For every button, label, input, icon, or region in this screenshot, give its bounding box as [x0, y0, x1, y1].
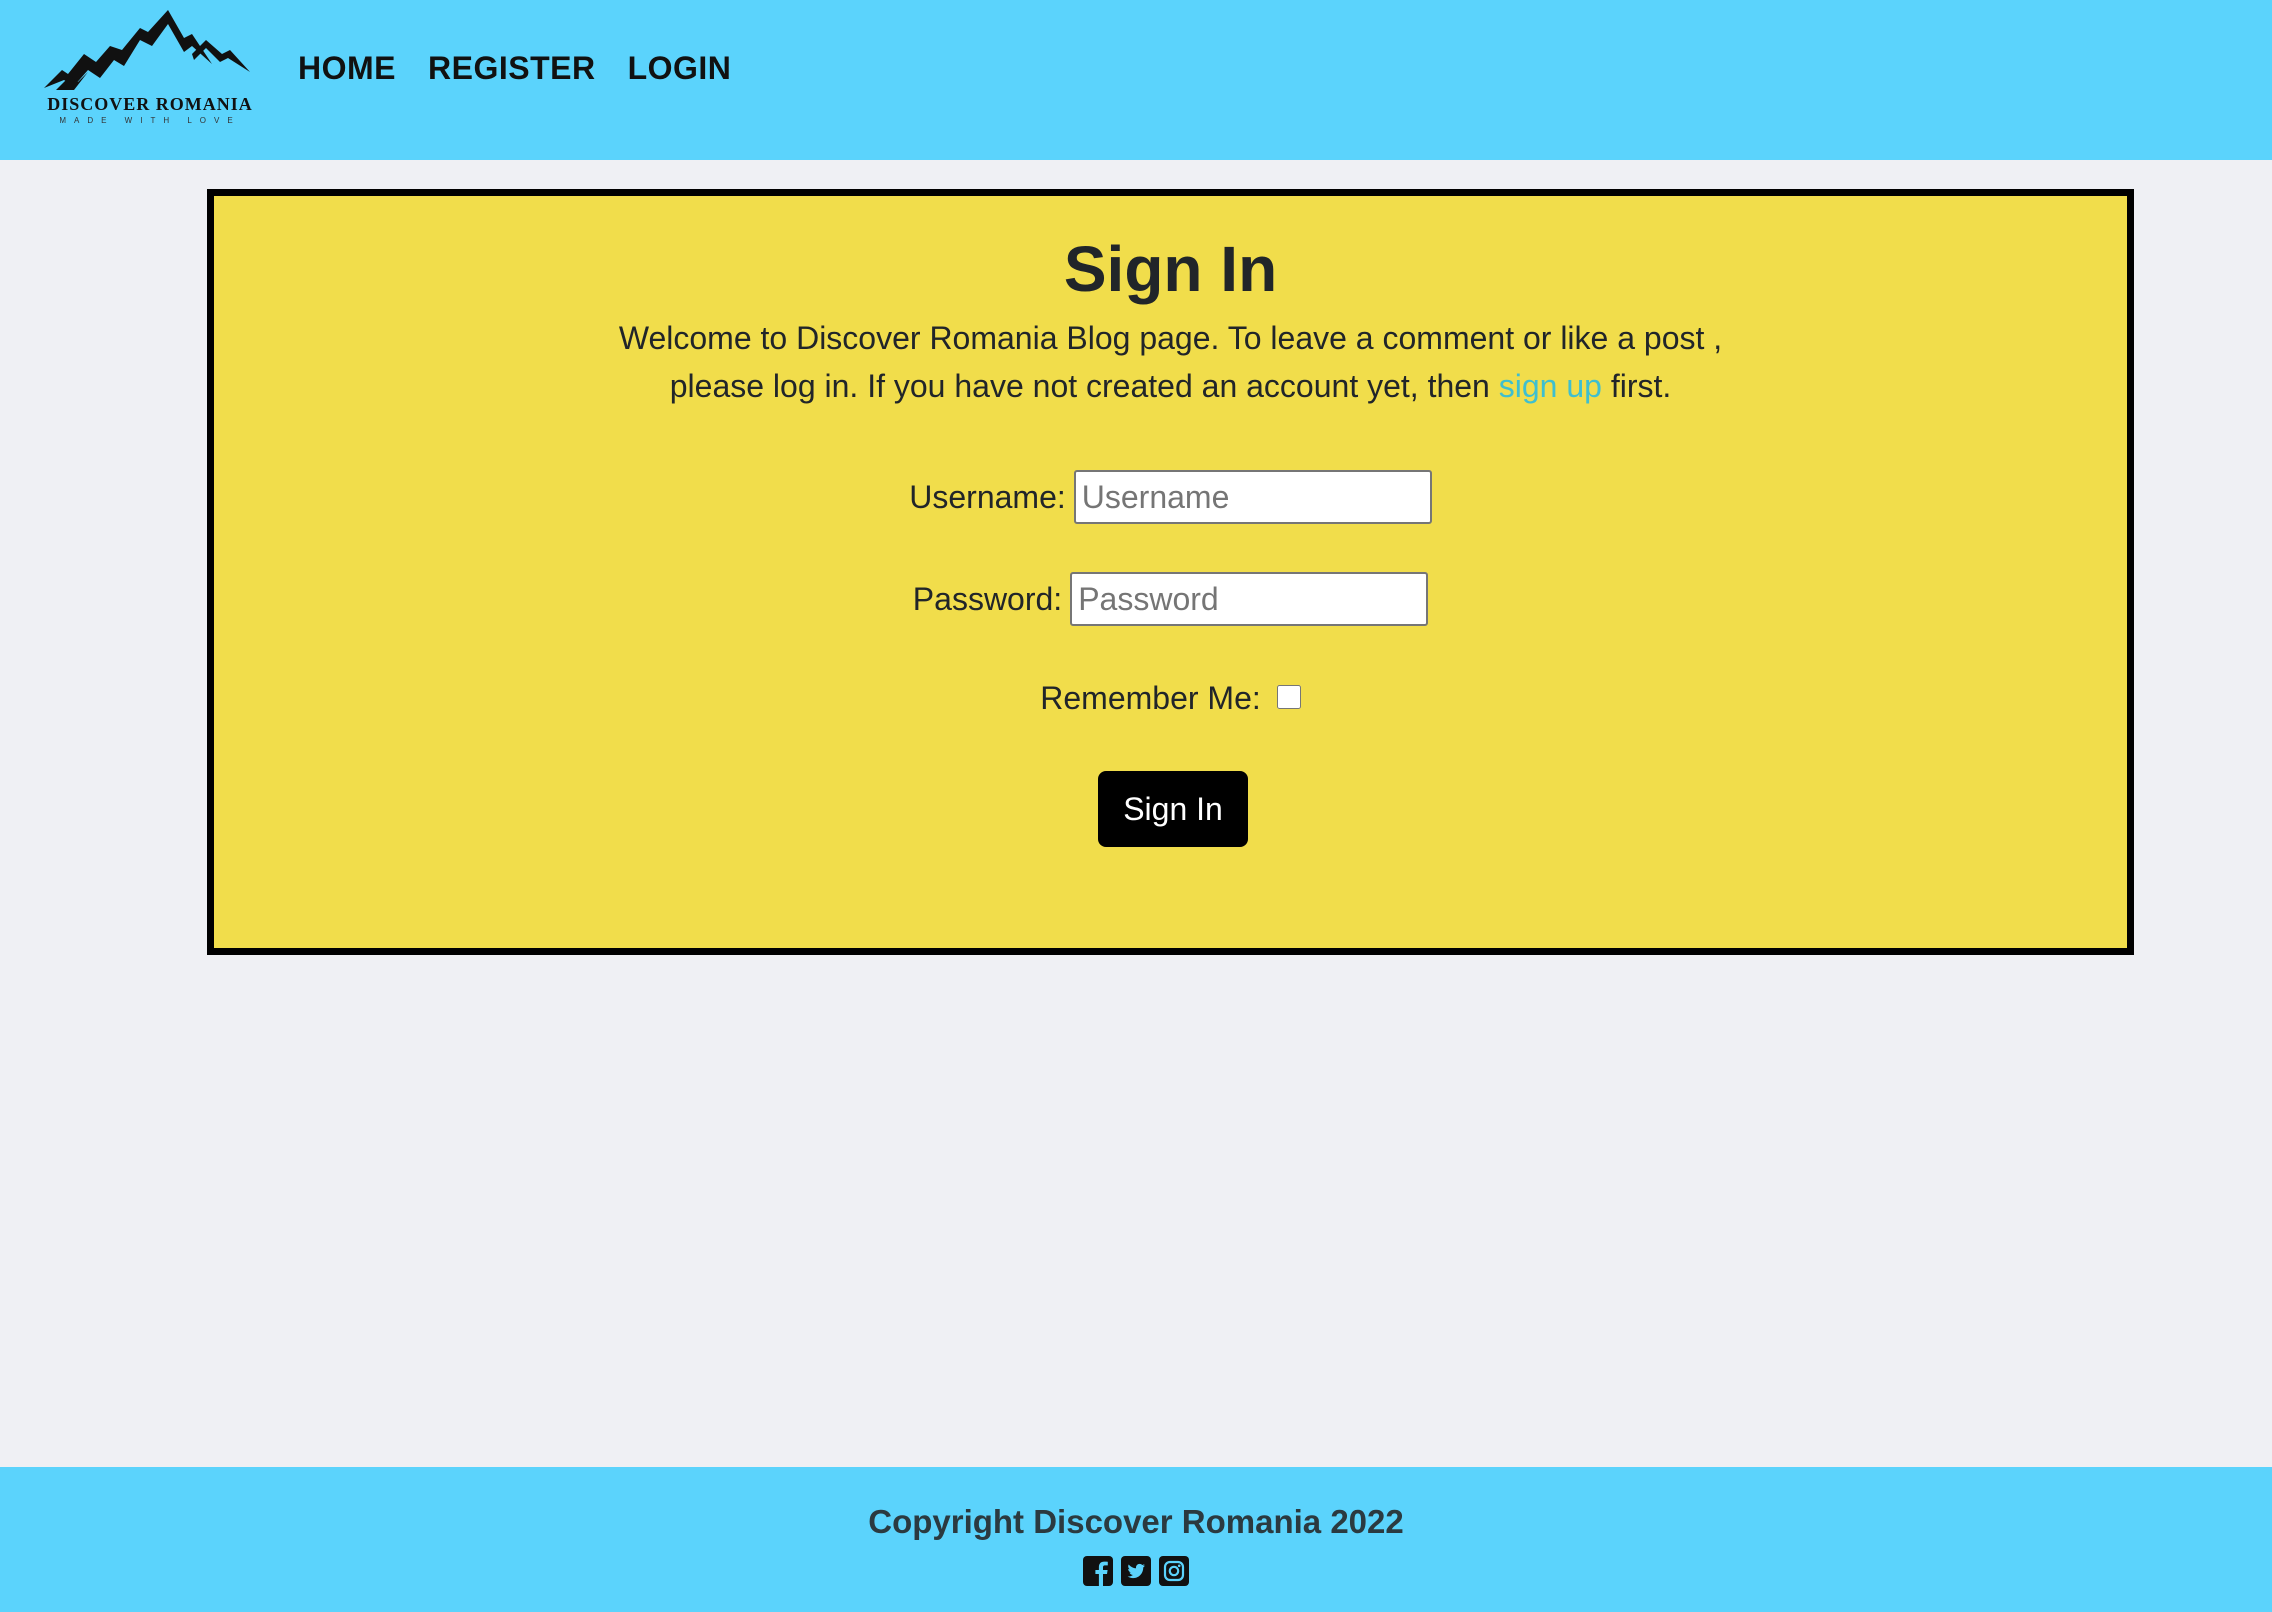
brand-tagline: MADE WITH LOVE	[59, 116, 241, 125]
instagram-icon[interactable]	[1158, 1555, 1190, 1587]
password-label: Password:	[912, 580, 1063, 617]
mountain-logo-icon	[44, 10, 250, 90]
page-title: Sign In	[1063, 233, 1278, 305]
brand-name: DISCOVER ROMANIA	[47, 94, 253, 114]
signin-button[interactable]: Sign In	[1098, 771, 1248, 847]
password-input[interactable]	[1070, 572, 1429, 626]
password-row: Password:	[214, 572, 2127, 626]
footer: Copyright Discover Romania 2022	[0, 1467, 2272, 1612]
facebook-icon[interactable]	[1082, 1555, 1114, 1587]
brand-logo[interactable]: DISCOVER ROMANIA MADE WITH LOVE	[44, 10, 256, 130]
signup-link[interactable]: sign up	[1499, 368, 1602, 404]
remember-label: Remember Me:	[1040, 680, 1261, 716]
signin-intro: Welcome to Discover Romania Blog page. T…	[614, 314, 1727, 410]
copyright-text: Copyright Discover Romania 2022	[868, 1503, 1404, 1540]
intro-text-after: first.	[1601, 368, 1672, 404]
nav-login-link[interactable]: LOGIN	[628, 50, 732, 87]
twitter-icon[interactable]	[1120, 1555, 1152, 1587]
main-nav: HOME REGISTER LOGIN	[298, 50, 731, 87]
signin-card: Sign In Welcome to Discover Romania Blog…	[207, 189, 2134, 955]
social-links	[0, 1555, 2272, 1587]
username-row: Username:	[214, 470, 2127, 524]
remember-row: Remember Me:	[214, 680, 2127, 717]
remember-checkbox[interactable]	[1276, 684, 1301, 709]
username-label: Username:	[909, 478, 1066, 515]
nav-register-link[interactable]: REGISTER	[428, 50, 596, 87]
nav-home-link[interactable]: HOME	[298, 50, 396, 87]
username-input[interactable]	[1073, 470, 1432, 524]
navbar: DISCOVER ROMANIA MADE WITH LOVE HOME REG…	[0, 0, 2272, 160]
